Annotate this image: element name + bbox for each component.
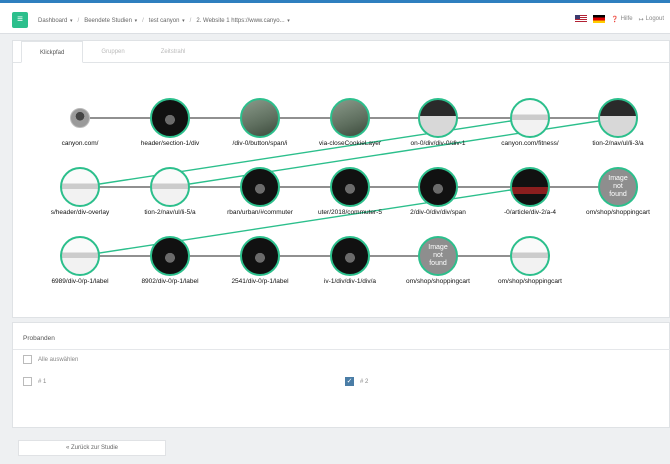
logout-link[interactable]: ↦ Logout [639,16,664,23]
image-not-found-text: Image not found [428,244,448,267]
clickpath-node[interactable] [60,167,100,207]
clickpath-node[interactable]: Image not found [598,167,638,207]
clickpath-edge-alt [79,117,531,188]
clickpath-node-label: om/shop/shoppingcart [498,278,562,285]
clickpath-node[interactable] [510,98,550,138]
tab-bar: Klickpfad Gruppen Zeitstrahl [13,41,669,63]
breadcrumb: Dashboard ▾ / Beendete Studien ▾ / test … [38,18,290,24]
tab-timeline[interactable]: Zeitstrahl [143,41,204,62]
clickpath-node[interactable] [150,236,190,276]
clickpath-graph: canyon.com/header/section-1/div/div-0/bu… [13,63,670,319]
participants-title: Probanden [23,335,55,342]
participant-row-2[interactable]: ✓ # 2 [345,377,368,386]
clickpath-node[interactable] [598,98,638,138]
top-right-actions: ❓ Hilfe ↦ Logout [575,15,664,23]
breadcrumb-task[interactable]: 2. Website 1 https://www.canyo... ▾ [196,18,289,24]
english-flag-icon[interactable] [575,15,588,23]
clickpath-edge-alt [79,186,531,257]
logout-icon: ↦ [638,16,644,23]
divider [13,349,670,350]
clickpath-card: Klickpfad Gruppen Zeitstrahl canyon.com/… [12,40,670,318]
top-bar: ≡ Dashboard ▾ / Beendete Studien ▾ / tes… [0,0,670,34]
select-all-checkbox[interactable] [23,355,32,364]
clickpath-edge-alt [169,117,619,188]
clickpath-node[interactable]: Image not found [418,236,458,276]
participant-2-label: # 2 [360,378,369,385]
clickpath-node[interactable] [330,167,370,207]
clickpath-node[interactable] [330,98,370,138]
clickpath-node[interactable] [330,236,370,276]
help-link[interactable]: ❓ Hilfe [611,16,633,23]
breadcrumb-study[interactable]: test canyon ▾ [149,18,185,24]
clickpath-node[interactable] [510,167,550,207]
clickpath-node[interactable] [70,108,90,128]
back-to-study-button[interactable]: « Zurück zur Studie [18,440,166,456]
select-all-row[interactable]: Alle auswählen [23,355,78,364]
tab-groups[interactable]: Gruppen [83,41,142,62]
select-all-label: Alle auswählen [38,356,79,363]
breadcrumb-completed-studies[interactable]: Beendete Studien ▾ [84,18,137,24]
clickpath-node-label: om/shop/shoppingcart [586,209,650,216]
image-not-found-text: Image not found [608,175,628,198]
participant-row-1[interactable]: # 1 [23,377,46,386]
clickpath-node[interactable] [150,98,190,138]
german-flag-icon[interactable] [593,15,606,23]
participant-1-label: # 1 [38,378,47,385]
participant-1-checkbox[interactable] [23,377,32,386]
clickpath-node[interactable] [418,98,458,138]
clickpath-node[interactable] [60,236,100,276]
clickpath-node[interactable] [240,167,280,207]
clickpath-node[interactable] [510,236,550,276]
tab-clickpath[interactable]: Klickpfad [21,41,84,63]
participant-2-checkbox[interactable]: ✓ [345,377,354,386]
participants-panel: Probanden Alle auswählen # 1 ✓ # 2 [12,322,670,428]
breadcrumb-dashboard[interactable]: Dashboard ▾ [38,18,73,24]
clickpath-node[interactable] [240,98,280,138]
clickpath-node-label: tion-2/nav/ul/li-3/a [592,140,644,147]
question-icon: ❓ [611,16,619,23]
clickpath-node[interactable] [418,167,458,207]
hamburger-menu-icon[interactable]: ≡ [12,12,28,28]
clickpath-node[interactable] [150,167,190,207]
clickpath-node[interactable] [240,236,280,276]
